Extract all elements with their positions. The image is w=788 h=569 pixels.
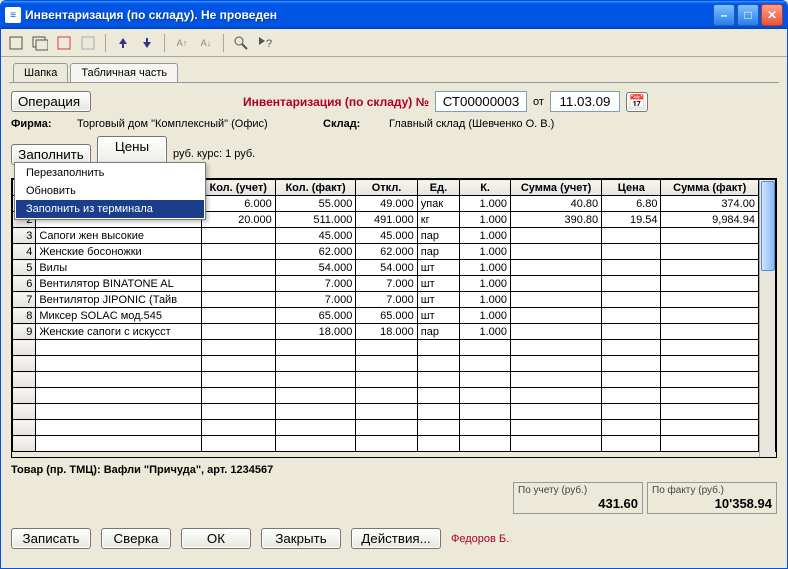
col-cena[interactable]: Цена (602, 180, 661, 196)
toolbar-down-icon[interactable] (138, 34, 156, 52)
col-kol-u[interactable]: Кол. (учет) (201, 180, 275, 196)
close-dialog-button[interactable]: Закрыть (261, 528, 341, 549)
col-otkl[interactable]: Откл. (356, 180, 417, 196)
col-sum-u[interactable]: Сумма (учет) (511, 180, 602, 196)
toolbar: A↑ A↓ ? (1, 29, 787, 57)
save-button[interactable]: Записать (11, 528, 91, 549)
toolbar-sort-asc-icon[interactable]: A↑ (173, 34, 191, 52)
warehouse-label: Склад: (323, 118, 383, 130)
table-row[interactable]: 5Вилы54.00054.000шт1.000 (13, 260, 776, 276)
col-sum-f[interactable]: Сумма (факт) (661, 180, 758, 196)
table-row[interactable] (13, 340, 776, 356)
app-icon: ≡ (5, 7, 21, 23)
toolbar-icon-4[interactable] (79, 34, 97, 52)
toolbar-search-icon[interactable] (232, 34, 250, 52)
col-k[interactable]: К. (460, 180, 511, 196)
table-row[interactable] (13, 356, 776, 372)
maximize-button[interactable]: □ (737, 4, 759, 26)
menu-refill[interactable]: Перезаполнить (16, 164, 204, 182)
table-row[interactable]: 9Женские сапоги с искусст18.00018.000пар… (13, 324, 776, 340)
table-row[interactable]: 6Вентилятор BINATONE AL7.0007.000шт1.000 (13, 276, 776, 292)
minimize-button[interactable]: – (713, 4, 735, 26)
firm-value: Торговый дом "Комплексный" (Офис) (77, 118, 317, 130)
ok-button[interactable]: ОК (181, 528, 251, 549)
col-kol-f[interactable]: Кол. (факт) (275, 180, 356, 196)
app-window: ≡ Инвентаризация (по складу). Не проведе… (0, 0, 788, 569)
actions-button[interactable]: Действия... (351, 528, 441, 549)
total-accounting: По учету (руб.) 431.60 (513, 482, 643, 514)
reconcile-button[interactable]: Сверка (101, 528, 171, 549)
bottom-bar: Записать Сверка ОК Закрыть Действия... Ф… (1, 522, 787, 555)
date-label: от (533, 96, 544, 108)
table-row[interactable]: 8Миксер SOLAC мод.54565.00065.000шт1.000 (13, 308, 776, 324)
toolbar-icon-2[interactable] (31, 34, 49, 52)
menu-refresh[interactable]: Обновить (16, 182, 204, 200)
doc-number-input[interactable] (435, 91, 527, 112)
table-row[interactable]: 7Вентилятор JIPONIC (Тайв7.0007.000шт1.0… (13, 292, 776, 308)
window-title: Инвентаризация (по складу). Не проведен (25, 8, 713, 22)
doc-date-input[interactable] (550, 91, 620, 112)
calendar-button[interactable]: 📅 (626, 92, 648, 112)
toolbar-up-icon[interactable] (114, 34, 132, 52)
tab-header[interactable]: Шапка (13, 63, 68, 82)
toolbar-icon-1[interactable] (7, 34, 25, 52)
current-item-label: Товар (пр. ТМЦ): Вафли "Причуда", арт. 1… (11, 464, 777, 476)
toolbar-sort-desc-icon[interactable]: A↓ (197, 34, 215, 52)
fill-menu: Перезаполнить Обновить Заполнить из терм… (14, 162, 206, 220)
doc-title: Инвентаризация (по складу) № (243, 95, 429, 109)
menu-fill-from-terminal[interactable]: Заполнить из терминала (16, 200, 204, 218)
data-grid[interactable]: N Товар Кол. (учет) Кол. (факт) Откл. Ед… (11, 178, 777, 458)
toolbar-icon-3[interactable] (55, 34, 73, 52)
operation-button[interactable]: Операция (11, 91, 91, 112)
table-row[interactable] (13, 420, 776, 436)
close-button[interactable]: ✕ (761, 4, 783, 26)
toolbar-help-icon[interactable]: ? (256, 34, 274, 52)
table-row[interactable] (13, 372, 776, 388)
table-row[interactable]: 4Женские босоножки62.00062.000пар1.000 (13, 244, 776, 260)
table-row[interactable] (13, 388, 776, 404)
firm-label: Фирма: (11, 118, 71, 130)
titlebar[interactable]: ≡ Инвентаризация (по складу). Не проведе… (1, 1, 787, 29)
total-actual: По факту (руб.) 10'358.94 (647, 482, 777, 514)
current-user: Федоров Б. (451, 533, 509, 545)
table-row[interactable]: 3Сапоги жен высокие45.00045.000пар1.000 (13, 228, 776, 244)
svg-text:?: ? (266, 38, 272, 50)
rate-label: руб. курс: 1 руб. (173, 148, 255, 160)
col-ed[interactable]: Ед. (417, 180, 459, 196)
tabs: Шапка Табличная часть (1, 57, 787, 82)
vertical-scrollbar[interactable] (759, 180, 775, 458)
table-row[interactable] (13, 436, 776, 452)
calendar-icon: 📅 (629, 94, 646, 110)
table-row[interactable] (13, 404, 776, 420)
warehouse-value: Главный склад (Шевченко О. В.) (389, 118, 554, 130)
tab-table[interactable]: Табличная часть (70, 63, 178, 82)
